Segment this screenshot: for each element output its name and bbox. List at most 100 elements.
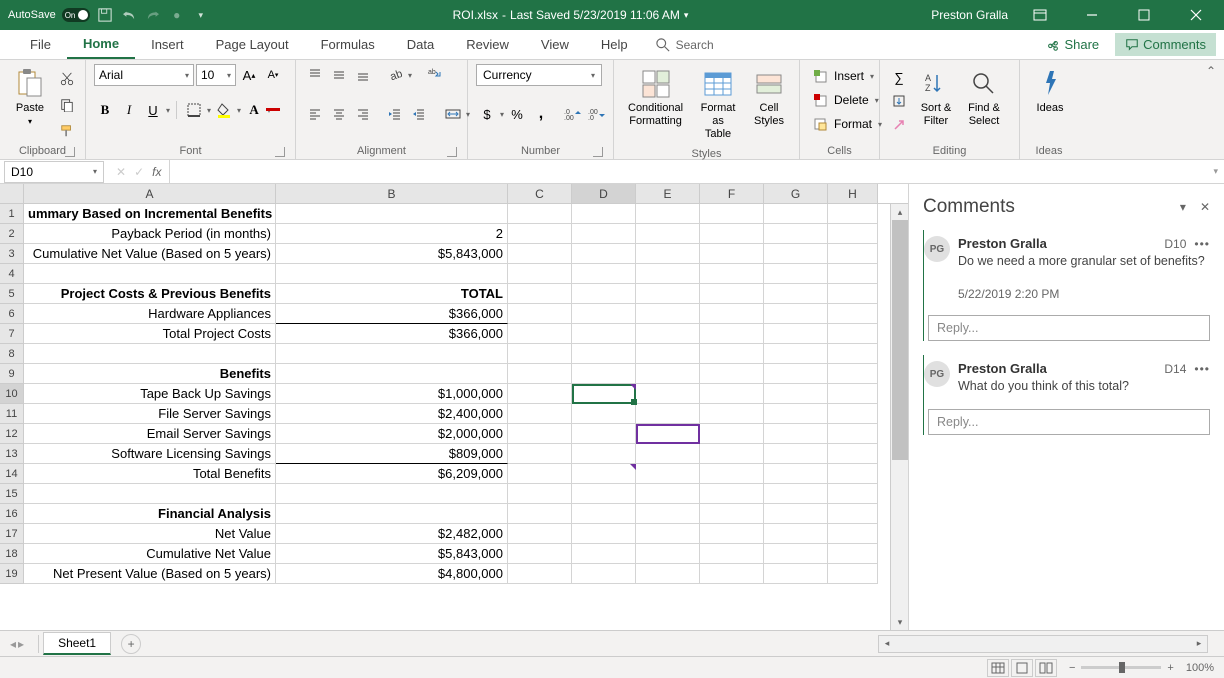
row-header[interactable]: 12	[0, 424, 24, 444]
cell[interactable]	[636, 284, 700, 304]
cell[interactable]	[700, 284, 764, 304]
comments-tab-button[interactable]: Comments	[1115, 33, 1216, 56]
cell[interactable]: $5,843,000	[276, 244, 508, 264]
cell[interactable]	[764, 364, 828, 384]
row-header[interactable]: 10	[0, 384, 24, 404]
fill-icon[interactable]	[888, 90, 910, 112]
font-color-icon[interactable]: A	[243, 99, 265, 121]
cell[interactable]	[828, 564, 878, 584]
cell[interactable]	[764, 324, 828, 344]
cell[interactable]	[764, 404, 828, 424]
cell[interactable]	[508, 504, 572, 524]
cell[interactable]	[508, 204, 572, 224]
cell[interactable]	[700, 424, 764, 444]
cell[interactable]	[572, 264, 636, 284]
row-header[interactable]: 13	[0, 444, 24, 464]
cell[interactable]	[828, 204, 878, 224]
cell[interactable]	[700, 364, 764, 384]
scroll-up-icon[interactable]: ▴	[892, 204, 908, 220]
cell[interactable]	[636, 304, 700, 324]
cell[interactable]	[508, 284, 572, 304]
cell[interactable]	[700, 404, 764, 424]
col-header-g[interactable]: G	[764, 184, 828, 203]
cell[interactable]	[572, 284, 636, 304]
cell[interactable]	[276, 504, 508, 524]
cell[interactable]	[764, 384, 828, 404]
fill-color-icon[interactable]	[213, 99, 235, 121]
cell[interactable]	[700, 524, 764, 544]
merge-center-icon[interactable]	[442, 103, 464, 125]
qat-dropdown-icon[interactable]: ▾	[192, 6, 210, 24]
share-button[interactable]: Share	[1038, 33, 1107, 56]
row-header[interactable]: 16	[0, 504, 24, 524]
format-as-table-button[interactable]: Format as Table	[693, 64, 743, 146]
cell[interactable]	[636, 544, 700, 564]
cell[interactable]	[572, 504, 636, 524]
row-header[interactable]: 4	[0, 264, 24, 284]
row-header[interactable]: 15	[0, 484, 24, 504]
cell[interactable]	[508, 524, 572, 544]
name-box[interactable]: D10▾	[4, 161, 104, 183]
cell[interactable]: $366,000	[276, 324, 508, 344]
row-header[interactable]: 17	[0, 524, 24, 544]
ideas-button[interactable]: Ideas	[1028, 64, 1072, 119]
cell[interactable]	[828, 484, 878, 504]
decrease-decimal-icon[interactable]: .00.0	[586, 103, 608, 125]
cell[interactable]	[700, 504, 764, 524]
row-header[interactable]: 3	[0, 244, 24, 264]
cell[interactable]	[508, 384, 572, 404]
sheet-tab-sheet1[interactable]: Sheet1	[43, 632, 111, 655]
user-name[interactable]: Preston Gralla	[931, 8, 1008, 22]
page-break-view-icon[interactable]	[1035, 659, 1057, 677]
cell[interactable]	[508, 344, 572, 364]
cell[interactable]	[636, 204, 700, 224]
cell[interactable]: Hardware Appliances	[24, 304, 276, 324]
cell[interactable]	[276, 484, 508, 504]
cell[interactable]	[828, 304, 878, 324]
cell[interactable]	[572, 364, 636, 384]
cell[interactable]	[508, 224, 572, 244]
cell[interactable]	[572, 484, 636, 504]
select-all-corner[interactable]	[0, 184, 24, 203]
col-header-h[interactable]: H	[828, 184, 878, 203]
scroll-down-icon[interactable]: ▾	[892, 614, 908, 630]
cell[interactable]	[636, 364, 700, 384]
cell[interactable]	[572, 564, 636, 584]
cell[interactable]	[700, 464, 764, 484]
fx-icon[interactable]: fx	[152, 165, 161, 179]
cell[interactable]	[636, 444, 700, 464]
cancel-formula-icon[interactable]: ✕	[116, 165, 126, 179]
number-launcher-icon[interactable]	[593, 147, 603, 157]
cell[interactable]: 2	[276, 224, 508, 244]
undo-icon[interactable]	[120, 6, 138, 24]
cell[interactable]	[828, 324, 878, 344]
col-header-c[interactable]: C	[508, 184, 572, 203]
cell[interactable]	[828, 344, 878, 364]
bold-button[interactable]: B	[94, 99, 116, 121]
cell[interactable]	[764, 504, 828, 524]
cell[interactable]	[828, 264, 878, 284]
zoom-in-icon[interactable]: +	[1167, 662, 1173, 674]
clear-icon[interactable]	[888, 114, 910, 136]
cell[interactable]	[764, 264, 828, 284]
horizontal-scrollbar[interactable]: ◂ ▸	[878, 635, 1208, 653]
orientation-icon[interactable]: ab	[384, 64, 406, 86]
alignment-launcher-icon[interactable]	[447, 147, 457, 157]
cell[interactable]: $1,000,000	[276, 384, 508, 404]
delete-cells-button[interactable]: Delete▾	[808, 90, 883, 110]
cell[interactable]	[764, 424, 828, 444]
cell[interactable]	[636, 384, 700, 404]
comments-pane-dropdown-icon[interactable]: ▾	[1180, 200, 1186, 214]
scroll-right-icon[interactable]: ▸	[1191, 636, 1207, 652]
col-header-a[interactable]: A	[24, 184, 276, 203]
row-header[interactable]: 6	[0, 304, 24, 324]
cell[interactable]	[572, 544, 636, 564]
find-select-button[interactable]: Find & Select	[962, 64, 1006, 132]
tab-insert[interactable]: Insert	[135, 31, 200, 58]
row-header[interactable]: 7	[0, 324, 24, 344]
cell[interactable]	[508, 304, 572, 324]
wrap-text-icon[interactable]: ab	[424, 64, 446, 86]
row-header[interactable]: 19	[0, 564, 24, 584]
cell[interactable]: Email Server Savings	[24, 424, 276, 444]
align-right-icon[interactable]	[352, 103, 374, 125]
